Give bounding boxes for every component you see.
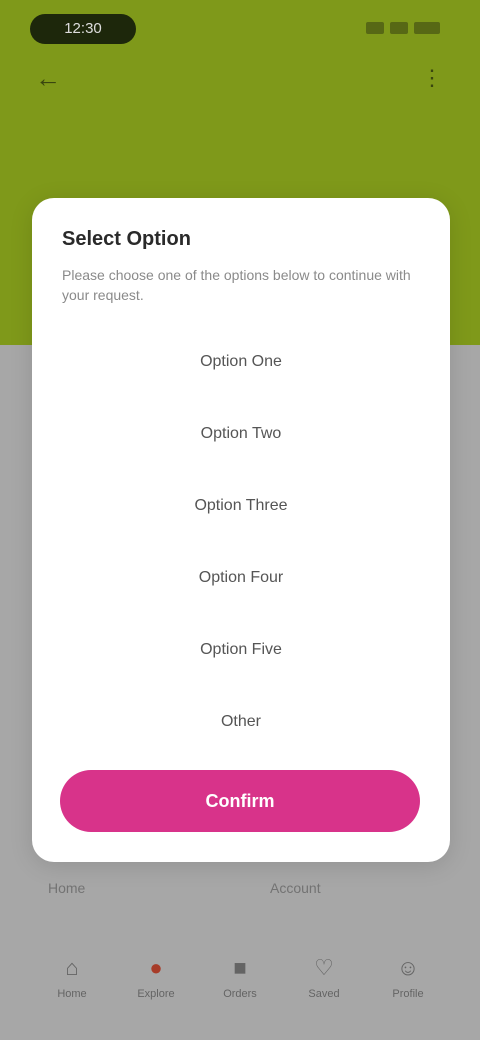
option-item-4[interactable]: Option Four bbox=[32, 542, 450, 614]
option-list: Option One Option Two Option Three Optio… bbox=[32, 326, 450, 758]
option-dialog: Select Option Please choose one of the o… bbox=[32, 198, 450, 862]
dialog-description: Please choose one of the options below t… bbox=[62, 267, 411, 303]
confirm-button[interactable]: Confirm bbox=[60, 770, 420, 832]
option-item-3[interactable]: Option Three bbox=[32, 470, 450, 542]
option-item-5[interactable]: Option Five bbox=[32, 614, 450, 686]
option-item-1[interactable]: Option One bbox=[32, 326, 450, 398]
option-item-other[interactable]: Other bbox=[32, 686, 450, 758]
option-item-2[interactable]: Option Two bbox=[32, 398, 450, 470]
dialog-title: Select Option bbox=[62, 228, 191, 250]
